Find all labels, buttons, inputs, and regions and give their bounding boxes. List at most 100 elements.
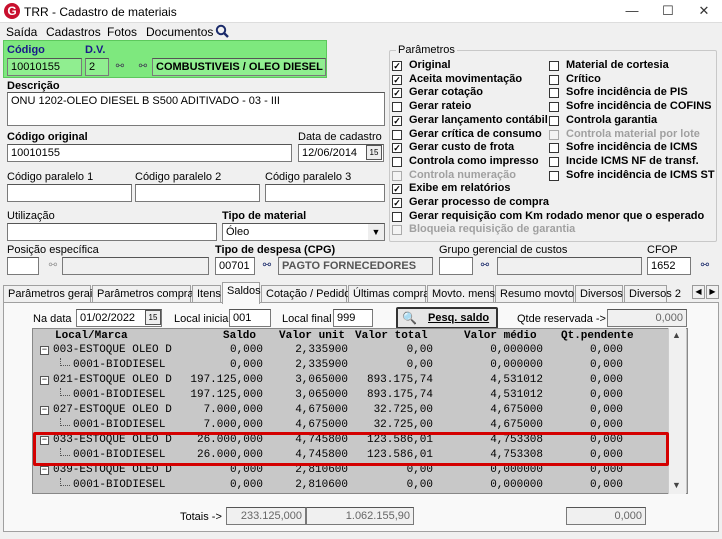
col-saldo: Saldo	[223, 330, 257, 342]
binoculars-icon[interactable]: ⚯	[698, 259, 712, 273]
menu-fotos[interactable]: Fotos	[107, 25, 137, 39]
maximize-button[interactable]: ☐	[650, 0, 686, 22]
left-checkbox-label: Aceita movimentação	[409, 72, 523, 85]
tab-2[interactable]: Itens	[192, 285, 221, 303]
grupo-gerencial-label: Grupo gerencial de custos	[439, 244, 568, 256]
local-final-input[interactable]: 999	[333, 309, 373, 327]
utilizacao-input[interactable]	[7, 223, 217, 241]
grid-scrollbar[interactable]: ▲ ▼	[668, 328, 686, 494]
calendar-icon[interactable]: 15	[366, 145, 382, 160]
tab-1[interactable]: Parâmetros compras	[92, 285, 199, 303]
posicao-desc	[62, 257, 209, 275]
chevron-down-icon[interactable]: ▼	[672, 480, 681, 490]
menu-documentos[interactable]: Documentos	[146, 25, 213, 39]
tab-3[interactable]: Saldos	[222, 282, 261, 304]
minimize-button[interactable]: —	[614, 0, 650, 22]
tree-collapse-icon[interactable]: −	[40, 346, 49, 355]
chevron-up-icon[interactable]: ▲	[672, 330, 681, 340]
cod-paralelo3-input[interactable]	[265, 184, 385, 202]
left-checkbox-label: Bloqueia requisição de garantia	[409, 223, 576, 236]
pesq-saldo-label: Pesq. saldo	[428, 312, 490, 324]
grupo-gerencial-input[interactable]	[439, 257, 473, 275]
tab-9[interactable]: Diversos 2	[624, 285, 681, 303]
tab-5[interactable]: Últimas compras	[348, 285, 435, 303]
left-checkbox-5[interactable]	[392, 129, 402, 140]
table-row[interactable]: 0001-BIODIESEL 197.125,000 3,065000 893.175…	[33, 388, 687, 403]
tree-connector	[60, 358, 70, 366]
cfop-input[interactable]: 1652	[647, 257, 691, 275]
local-inicial-input[interactable]: 001	[229, 309, 271, 327]
right-checkbox-8[interactable]	[549, 170, 559, 181]
chevron-right-icon[interactable]: ▶	[706, 285, 719, 299]
posicao-input[interactable]	[7, 257, 39, 275]
tab-0[interactable]: Parâmetros gerais	[3, 285, 98, 303]
left-checkbox-8[interactable]	[392, 170, 402, 181]
table-row[interactable]: 0001-BIODIESEL 0,000 2,810600 0,00 0,000000 0…	[33, 478, 687, 493]
right-checkbox-2[interactable]	[549, 88, 559, 99]
tree-collapse-icon[interactable]: −	[40, 376, 49, 385]
table-row[interactable]: 0001-BIODIESEL 7.000,000 4,675000 32.725,00…	[33, 418, 687, 433]
parametros-legend: Parâmetros	[396, 44, 457, 56]
cod-paralelo2-input[interactable]	[135, 184, 260, 202]
tipo-material-select[interactable]: Óleo	[222, 223, 385, 241]
tree-collapse-icon[interactable]: −	[40, 466, 49, 475]
table-row[interactable]: −021-ESTOQUE OLEO D 197.125,000 3,065000 89…	[33, 373, 687, 388]
left-checkbox-label: Exibe em relatórios	[409, 182, 511, 195]
chevron-down-icon[interactable]: ▼	[368, 224, 384, 240]
right-checkbox-3[interactable]	[549, 102, 559, 113]
codigo-input[interactable]: 10010155	[7, 58, 82, 76]
left-checkbox-label: Controla numeração	[409, 168, 516, 181]
table-row[interactable]: 0001-BIODIESEL 0,000 2,335900 0,00 0,000000 0…	[33, 358, 687, 373]
cfop-label: CFOP	[647, 244, 678, 256]
left-checkbox-label: Gerar processo de compra	[409, 196, 550, 208]
left-checkbox-label: Gerar custo de frota	[409, 141, 515, 154]
table-row[interactable]: −027-ESTOQUE OLEO D 7.000,000 4,675000 32.7…	[33, 403, 687, 418]
left-checkbox-10[interactable]: ✓	[392, 198, 402, 208]
left-checkbox-0[interactable]: ✓	[392, 61, 402, 71]
right-checkbox-6[interactable]	[549, 143, 559, 154]
total-qtpend-field: 0,000	[566, 507, 646, 525]
left-checkbox-4[interactable]: ✓	[392, 115, 402, 126]
tab-4[interactable]: Cotação / Pedido	[261, 285, 350, 303]
left-checkbox-11[interactable]	[392, 211, 402, 222]
cell-valor-medio: 4,531012	[490, 389, 543, 401]
right-checkbox-1[interactable]	[549, 74, 559, 85]
chevron-left-icon[interactable]: ◀	[692, 285, 705, 299]
table-row[interactable]: −003-ESTOQUE OLEO D 0,000 2,335900 0,00 0,00…	[33, 343, 687, 358]
left-checkbox-9[interactable]: ✓	[392, 184, 402, 195]
calendar-icon[interactable]: 15	[145, 310, 161, 325]
menu-saida[interactable]: Saída	[6, 25, 37, 39]
pesq-saldo-button[interactable]: 🔍 Pesq. saldo	[396, 307, 498, 329]
binoculars-icon[interactable]: ⚯	[260, 259, 274, 273]
data-cadastro-value: 12/06/2014	[302, 147, 358, 159]
descricao-label: Descrição	[7, 80, 60, 92]
dv-input[interactable]: 2	[85, 58, 109, 76]
tipo-despesa-cod-input[interactable]: 00701	[215, 257, 255, 275]
codigo-original-input[interactable]: 10010155	[7, 144, 292, 162]
cell-qt-pendente: 0,000	[589, 344, 623, 356]
left-checkbox-7[interactable]	[392, 156, 402, 167]
left-checkbox-12[interactable]	[392, 225, 402, 236]
left-checkbox-6[interactable]: ✓	[392, 143, 402, 154]
right-checkbox-4[interactable]	[549, 115, 559, 126]
binoculars-icon[interactable]: ⚯	[46, 259, 60, 273]
binoculars-icon[interactable]: ⚯	[136, 60, 150, 74]
tree-collapse-icon[interactable]: −	[40, 406, 49, 415]
left-checkbox-1[interactable]: ✓	[392, 74, 402, 85]
binoculars-icon[interactable]: ⚯	[478, 259, 492, 273]
cod-paralelo1-input[interactable]	[7, 184, 132, 202]
saldos-grid[interactable]: Local/Marca Saldo Valor unit Valor total…	[32, 328, 688, 494]
total-valor-field: 1.062.155,90	[306, 507, 414, 525]
right-checkbox-0[interactable]	[549, 61, 559, 71]
left-checkbox-2[interactable]: ✓	[392, 88, 402, 99]
left-checkbox-3[interactable]	[392, 102, 402, 113]
tab-6[interactable]: Movto. mensal	[427, 285, 504, 303]
right-checkbox-5[interactable]	[549, 129, 559, 140]
tab-8[interactable]: Diversos	[575, 285, 623, 303]
tab-7[interactable]: Resumo movto.	[495, 285, 577, 303]
descricao-input[interactable]: ONU 1202-OLEO DIESEL B S500 ADITIVADO - …	[7, 92, 385, 126]
menu-cadastros[interactable]: Cadastros	[46, 25, 101, 39]
close-button[interactable]: ✕	[686, 0, 722, 22]
binoculars-icon[interactable]: ⚯	[113, 60, 127, 74]
right-checkbox-7[interactable]	[549, 156, 559, 167]
